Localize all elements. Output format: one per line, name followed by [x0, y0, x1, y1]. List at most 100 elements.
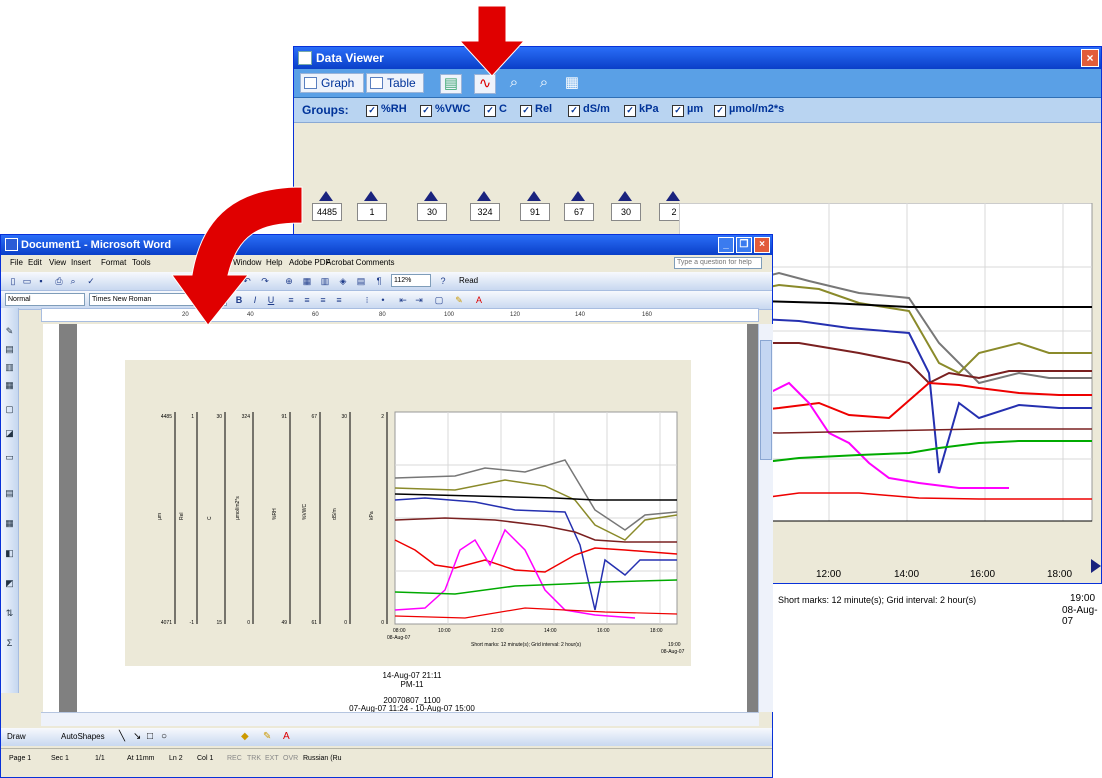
outdent-icon[interactable]: ⇤	[397, 294, 409, 306]
style-select[interactable]: Normal	[5, 293, 85, 306]
axis-value-box[interactable]: 30	[611, 203, 641, 221]
help-icon[interactable]: ?	[437, 275, 449, 287]
tool-icon[interactable]: ▥	[4, 362, 15, 373]
arrow-icon[interactable]: ↘	[133, 728, 141, 746]
checkbox[interactable]: ✓	[484, 105, 496, 117]
menu-format[interactable]: Format	[101, 255, 126, 271]
group-rh[interactable]: ✓ %RH	[366, 103, 407, 117]
highlight-icon[interactable]: ✎	[453, 294, 465, 306]
group-c[interactable]: ✓ C	[484, 103, 507, 117]
document-map-icon[interactable]: ▤	[355, 275, 367, 287]
zoom-select[interactable]: 112%	[391, 274, 431, 287]
scroll-thumb[interactable]	[760, 340, 772, 460]
checkbox[interactable]: ✓	[714, 105, 726, 117]
oval-icon[interactable]: ○	[161, 728, 167, 746]
numbering-icon[interactable]: ⁝	[361, 294, 373, 306]
data-viewer-titlebar[interactable]: Data Viewer ×	[294, 47, 1101, 69]
axis-marker[interactable]	[424, 191, 438, 201]
border-icon[interactable]: ▢	[433, 294, 445, 306]
pasted-chart-figure[interactable]: 4485 4071 µm 1 -1 Rel 30 15 C 324 0 µmol/m2*s 91 49 %R…	[125, 360, 691, 666]
axis-value-box[interactable]: 1	[357, 203, 387, 221]
status-language[interactable]: Russian (Ru	[303, 749, 342, 769]
checkbox[interactable]: ✓	[672, 105, 684, 117]
bullets-icon[interactable]: •	[377, 294, 389, 306]
axis-marker[interactable]	[666, 191, 680, 201]
tool-icon[interactable]: ◪	[4, 428, 15, 439]
tool-icon[interactable]: ⇅	[4, 608, 15, 619]
tool-icon[interactable]: ▤	[4, 488, 15, 499]
autoshapes-menu[interactable]: AutoShapes	[61, 728, 105, 746]
axis-value-box[interactable]: 30	[417, 203, 447, 221]
vertical-scrollbar[interactable]	[758, 324, 773, 712]
horizontal-ruler[interactable]: 20 40 60 80 100 120 140 160	[41, 308, 759, 322]
checkbox[interactable]: ✓	[568, 105, 580, 117]
menu-acrobat-comments[interactable]: Acrobat Comments	[326, 255, 394, 271]
group-umol[interactable]: ✓ µmol/m2*s	[714, 103, 784, 117]
menu-view[interactable]: View	[49, 255, 66, 271]
word-titlebar[interactable]: Document1 - Microsoft Word _ ❐ ×	[1, 235, 772, 255]
new-icon[interactable]: ▯	[7, 275, 19, 287]
tool-icon[interactable]: ◧	[4, 548, 15, 559]
axis-marker[interactable]	[364, 191, 378, 201]
font-color-icon[interactable]: A	[473, 294, 485, 306]
preview-icon[interactable]: ⌕	[67, 275, 79, 287]
indent-icon[interactable]: ⇥	[413, 294, 425, 306]
status-trk[interactable]: TRK	[247, 749, 261, 769]
checkbox[interactable]: ✓	[420, 105, 432, 117]
vertical-ruler[interactable]	[43, 324, 60, 712]
pilcrow-icon[interactable]: ¶	[373, 275, 385, 287]
menu-insert[interactable]: Insert	[71, 255, 91, 271]
rectangle-icon[interactable]: □	[147, 728, 153, 746]
tool-icon[interactable]: ◩	[4, 578, 15, 589]
fill-color-icon[interactable]: ◆	[241, 728, 249, 746]
axis-marker[interactable]	[571, 191, 585, 201]
checkbox[interactable]: ✓	[520, 105, 532, 117]
status-ovr[interactable]: OVR	[283, 749, 298, 769]
tool-icon[interactable]: ▭	[4, 452, 15, 463]
spelling-icon[interactable]: ✓	[85, 275, 97, 287]
status-ext[interactable]: EXT	[265, 749, 279, 769]
tool-icon[interactable]: Σ	[4, 638, 15, 649]
axis-value-box[interactable]: 67	[564, 203, 594, 221]
line-icon[interactable]: ╲	[119, 728, 125, 746]
draw-menu[interactable]: Draw	[7, 728, 26, 746]
close-button[interactable]: ×	[1081, 49, 1099, 67]
menu-edit[interactable]: Edit	[28, 255, 42, 271]
tool-icon[interactable]: ▢	[4, 404, 15, 415]
tool-icon[interactable]: ▦	[4, 518, 15, 529]
axis-value-box[interactable]: 324	[470, 203, 500, 221]
align-right-icon[interactable]: ≡	[317, 294, 329, 306]
axis-value-box[interactable]: 4485	[312, 203, 342, 221]
group-kpa[interactable]: ✓ kPa	[624, 103, 659, 117]
open-icon[interactable]: ▭	[21, 275, 33, 287]
tool-icon[interactable]: ▤	[4, 344, 15, 355]
tool-icon[interactable]: ✎	[4, 326, 15, 337]
line-color-icon[interactable]: ✎	[263, 728, 271, 746]
group-dsm[interactable]: ✓ dS/m	[568, 103, 610, 117]
save-icon[interactable]: ▪	[35, 275, 47, 287]
menu-tools[interactable]: Tools	[132, 255, 151, 271]
graph-button[interactable]: Graph	[300, 73, 364, 93]
checkbox[interactable]: ✓	[624, 105, 636, 117]
tool-icon[interactable]: ▦	[4, 380, 15, 391]
close-button[interactable]: ×	[754, 237, 770, 253]
document-page[interactable]: 4485 4071 µm 1 -1 Rel 30 15 C 324 0 µmol/m2*s 91 49 %R…	[77, 324, 747, 713]
axis-marker[interactable]	[527, 191, 541, 201]
minimize-button[interactable]: _	[718, 237, 734, 253]
drawing-icon[interactable]: ◈	[337, 275, 349, 287]
help-search-input[interactable]	[674, 257, 762, 269]
axis-marker[interactable]	[477, 191, 491, 201]
grid-icon[interactable]: ▦	[562, 74, 582, 92]
zoom-out-icon[interactable]: ⌕	[534, 74, 554, 92]
menu-file[interactable]: File	[10, 255, 23, 271]
read-button[interactable]: Read	[459, 274, 478, 288]
axis-marker[interactable]	[618, 191, 632, 201]
print-icon[interactable]: ⎙	[53, 275, 65, 287]
text-color-icon[interactable]: A	[283, 728, 290, 746]
group-um[interactable]: ✓ µm	[672, 103, 703, 117]
checkbox[interactable]: ✓	[366, 105, 378, 117]
axis-marker[interactable]	[319, 191, 333, 201]
table-button[interactable]: Table	[366, 73, 424, 93]
horizontal-scrollbar[interactable]	[41, 712, 759, 726]
status-rec[interactable]: REC	[227, 749, 242, 769]
